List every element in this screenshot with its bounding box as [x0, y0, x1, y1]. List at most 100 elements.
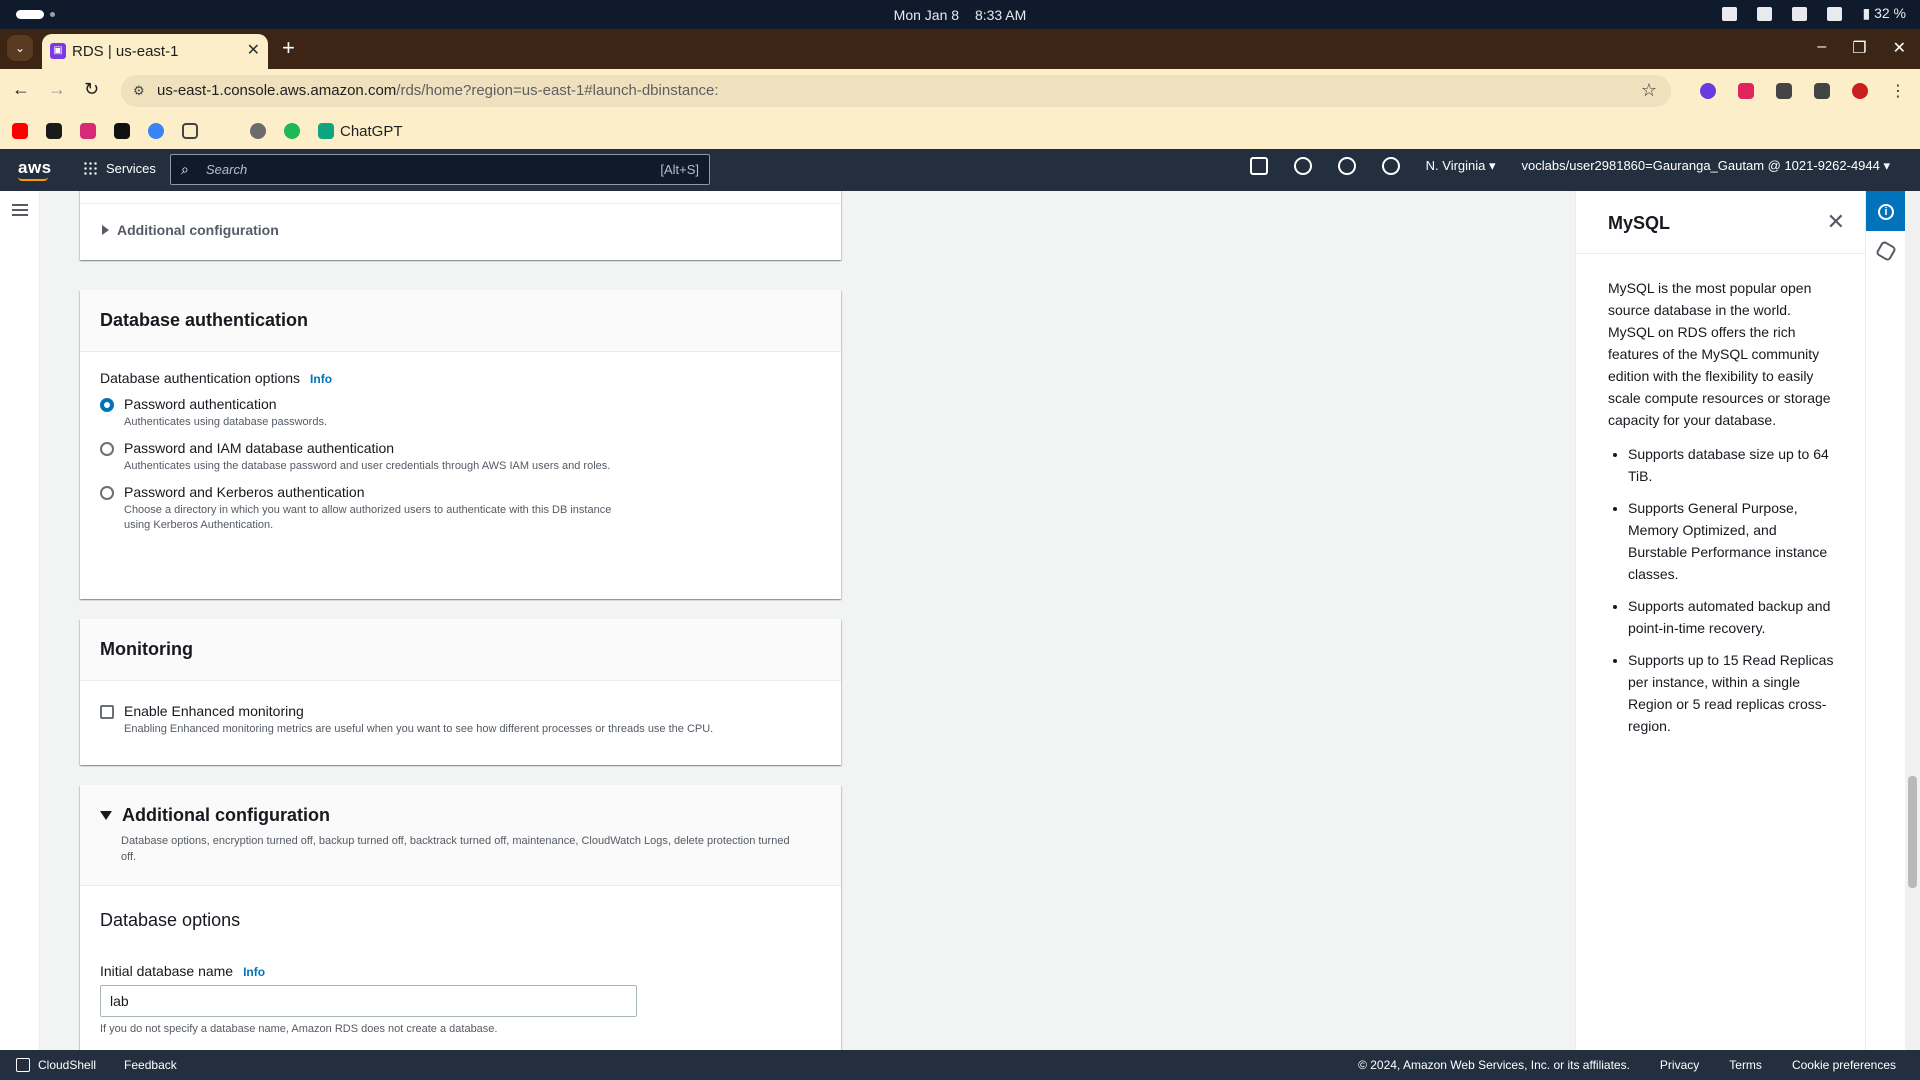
url-host: us-east-1.console.aws.amazon.com — [157, 82, 397, 99]
cloudshell-button[interactable]: CloudShell — [16, 1058, 96, 1072]
address-bar[interactable]: ⚙ us-east-1.console.aws.amazon.com/rds/h… — [121, 75, 1671, 107]
tab-title: RDS | us-east-1 — [72, 43, 179, 60]
close-icon[interactable]: ✕ — [1827, 209, 1845, 235]
browser-tab-active[interactable]: ▣ RDS | us-east-1 ✕ — [42, 34, 268, 69]
maximize-icon[interactable]: ❐ — [1852, 38, 1866, 58]
aws-nav-right: N. Virginia ▾ voclabs/user2981860=Gauran… — [1249, 157, 1890, 175]
page-scrollbar[interactable] — [1905, 191, 1920, 1050]
section-title: Database authentication — [100, 310, 309, 330]
aws-top-nav: aws Services ⌕ Search [Alt+S] N. Virgini… — [0, 149, 1920, 191]
notifications-icon[interactable] — [1293, 157, 1312, 175]
bookmark-blue-icon[interactable] — [148, 123, 164, 139]
checkbox-enhanced-monitoring[interactable]: Enable Enhanced monitoring Enabling Enha… — [100, 703, 821, 737]
radio-option-password-iam[interactable]: Password and IAM database authentication… — [100, 440, 821, 474]
help-icon[interactable] — [1337, 157, 1356, 175]
panel-header: Additional configuration Database option… — [80, 785, 841, 886]
expander-toggle[interactable]: Additional configuration — [100, 805, 821, 826]
hexagon-icon[interactable] — [1875, 240, 1897, 262]
instagram-icon[interactable] — [80, 123, 96, 139]
extension-icon[interactable] — [1700, 83, 1716, 99]
feedback-link[interactable]: Feedback — [124, 1058, 177, 1072]
subsection-title: Database options — [100, 910, 241, 930]
clock[interactable]: Mon Jan 8 8:33 AM — [0, 7, 1920, 23]
extensions-area: ⋮ — [1700, 81, 1906, 101]
radio-button[interactable] — [100, 486, 114, 500]
search-input[interactable]: ⌕ Search [Alt+S] — [170, 154, 710, 185]
scrollbar-thumb[interactable] — [1908, 776, 1917, 888]
info-link[interactable]: Info — [310, 372, 332, 386]
tab-search-button[interactable]: ⌄ — [7, 35, 33, 61]
radio-description: Authenticates using the database passwor… — [124, 460, 611, 472]
radio-description: Choose a directory in which you want to … — [124, 504, 612, 531]
nav-buttons: ← → ↻ — [12, 79, 99, 100]
cloudshell-icon[interactable] — [1249, 157, 1268, 175]
battery-indicator[interactable]: ▮ 32 % — [1862, 5, 1906, 22]
checkbox[interactable] — [100, 705, 114, 719]
terminal-icon — [16, 1058, 30, 1072]
info-panel-button[interactable]: i — [1866, 191, 1906, 231]
caret-right-icon — [102, 225, 109, 235]
close-window-icon[interactable]: ✕ — [1893, 38, 1906, 58]
help-bullet: Supports automated backup and point-in-t… — [1628, 595, 1835, 639]
region-selector[interactable]: N. Virginia ▾ — [1426, 158, 1496, 174]
reload-icon[interactable]: ↻ — [84, 79, 99, 100]
section-title: Additional configuration — [122, 805, 330, 825]
new-tab-button[interactable]: + — [282, 35, 295, 61]
expander-toggle[interactable]: Additional configuration — [102, 222, 821, 238]
tab-close-icon[interactable]: ✕ — [247, 40, 260, 60]
terms-link[interactable]: Terms — [1729, 1058, 1762, 1072]
tiktok-icon[interactable] — [114, 123, 130, 139]
panel-body: Enable Enhanced monitoring Enabling Enha… — [80, 681, 841, 757]
settings-icon[interactable] — [1381, 157, 1400, 175]
globe-icon[interactable] — [250, 123, 266, 139]
url-path: /rds/home?region=us-east-1#launch-dbinst… — [396, 82, 719, 99]
bookmark-a-icon[interactable] — [46, 123, 62, 139]
folder-icon[interactable] — [182, 123, 198, 139]
radio-option-password-kerberos[interactable]: Password and Kerberos authentication Cho… — [100, 484, 821, 533]
browser-toolbar: ← → ↻ ⚙ us-east-1.console.aws.amazon.com… — [0, 69, 1920, 113]
help-panel-title: MySQL — [1608, 213, 1671, 233]
initial-database-name-input[interactable] — [100, 985, 637, 1017]
hamburger-menu-icon[interactable] — [12, 204, 28, 216]
profile-avatar[interactable] — [1852, 83, 1868, 99]
wifi-icon[interactable] — [1792, 6, 1808, 21]
minimize-icon[interactable]: – — [1817, 38, 1826, 58]
help-bullet: Supports database size up to 64 TiB. — [1628, 443, 1835, 487]
field-hint: If you do not specify a database name, A… — [100, 1023, 498, 1035]
time: 8:33 AM — [974, 7, 1027, 23]
services-menu[interactable]: Services — [83, 161, 156, 176]
cookie-preferences-link[interactable]: Cookie preferences — [1792, 1058, 1896, 1072]
section-description: Database options, encryption turned off,… — [121, 835, 790, 863]
mute-icon[interactable] — [1827, 6, 1843, 21]
radio-button-checked[interactable] — [100, 398, 114, 412]
puzzle-icon[interactable] — [1776, 83, 1792, 99]
youtube-icon[interactable] — [12, 123, 28, 139]
search-shortcut: [Alt+S] — [660, 162, 699, 177]
radio-button[interactable] — [100, 442, 114, 456]
account-menu[interactable]: voclabs/user2981860=Gauranga_Gautam @ 10… — [1522, 158, 1890, 174]
help-bullets: Supports database size up to 64 TiB. Sup… — [1608, 443, 1835, 737]
bookmark-star-icon[interactable]: ☆ — [1641, 80, 1657, 101]
radio-description: Authenticates using database passwords. — [124, 416, 328, 428]
side-panel-icon[interactable] — [1814, 83, 1830, 99]
help-bullet: Supports up to 15 Read Replicas per inst… — [1628, 649, 1835, 737]
aws-logo[interactable]: aws — [18, 158, 52, 181]
bookmark-chatgpt[interactable]: ChatGPT — [318, 123, 403, 140]
help-bullet: Supports General Purpose, Memory Optimiz… — [1628, 497, 1835, 585]
url-text: us-east-1.console.aws.amazon.com/rds/hom… — [157, 82, 719, 99]
kebab-menu-icon[interactable]: ⋮ — [1890, 81, 1906, 101]
privacy-link[interactable]: Privacy — [1660, 1058, 1699, 1072]
discord-icon[interactable] — [1722, 6, 1738, 21]
radio-option-password[interactable]: Password authentication Authenticates us… — [100, 396, 821, 430]
back-icon[interactable]: ← — [12, 79, 30, 100]
info-link[interactable]: Info — [243, 965, 265, 979]
os-top-bar: Mon Jan 8 8:33 AM ▮ 32 % — [0, 0, 1920, 29]
forward-icon[interactable]: → — [48, 79, 66, 100]
extension-icon[interactable] — [1738, 83, 1754, 99]
clipboard-icon[interactable] — [1757, 6, 1773, 21]
spotify-icon[interactable] — [284, 123, 300, 139]
expander-additional-config-top: Additional configuration — [80, 203, 841, 238]
site-info-icon[interactable]: ⚙ — [133, 83, 145, 99]
panel-header: Database authentication — [80, 290, 841, 352]
bookmark-blank-icon[interactable] — [216, 123, 232, 139]
